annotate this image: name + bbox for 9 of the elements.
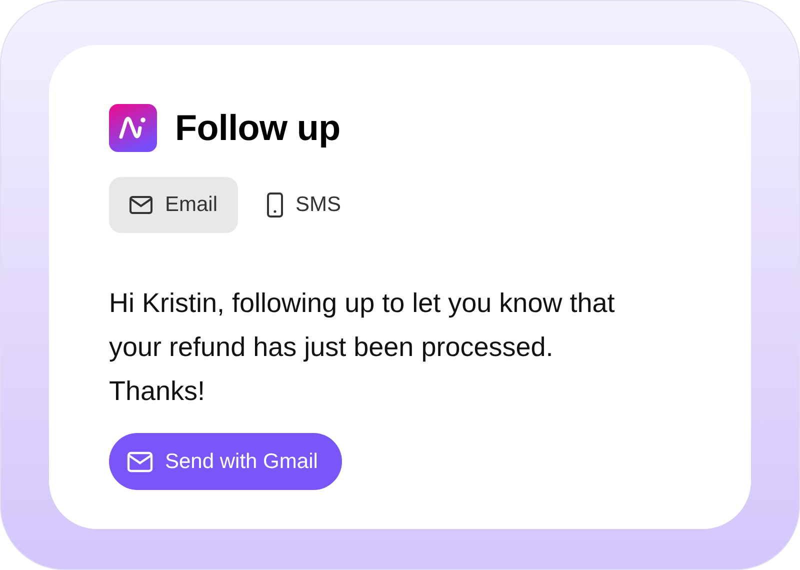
phone-icon bbox=[266, 192, 284, 218]
envelope-icon bbox=[127, 450, 153, 472]
message-text: Hi Kristin, following up to let you know that your refund has just been processed. Thanks! bbox=[109, 287, 616, 408]
channel-tab[interactable]: Email bbox=[109, 177, 238, 233]
send-button[interactable]: Send with Gmail bbox=[109, 433, 342, 490]
logo-icon bbox=[109, 104, 157, 152]
channel-tab[interactable]: SMS bbox=[246, 177, 362, 233]
envelope-icon bbox=[129, 195, 153, 215]
card-title: Follow up bbox=[175, 107, 340, 149]
